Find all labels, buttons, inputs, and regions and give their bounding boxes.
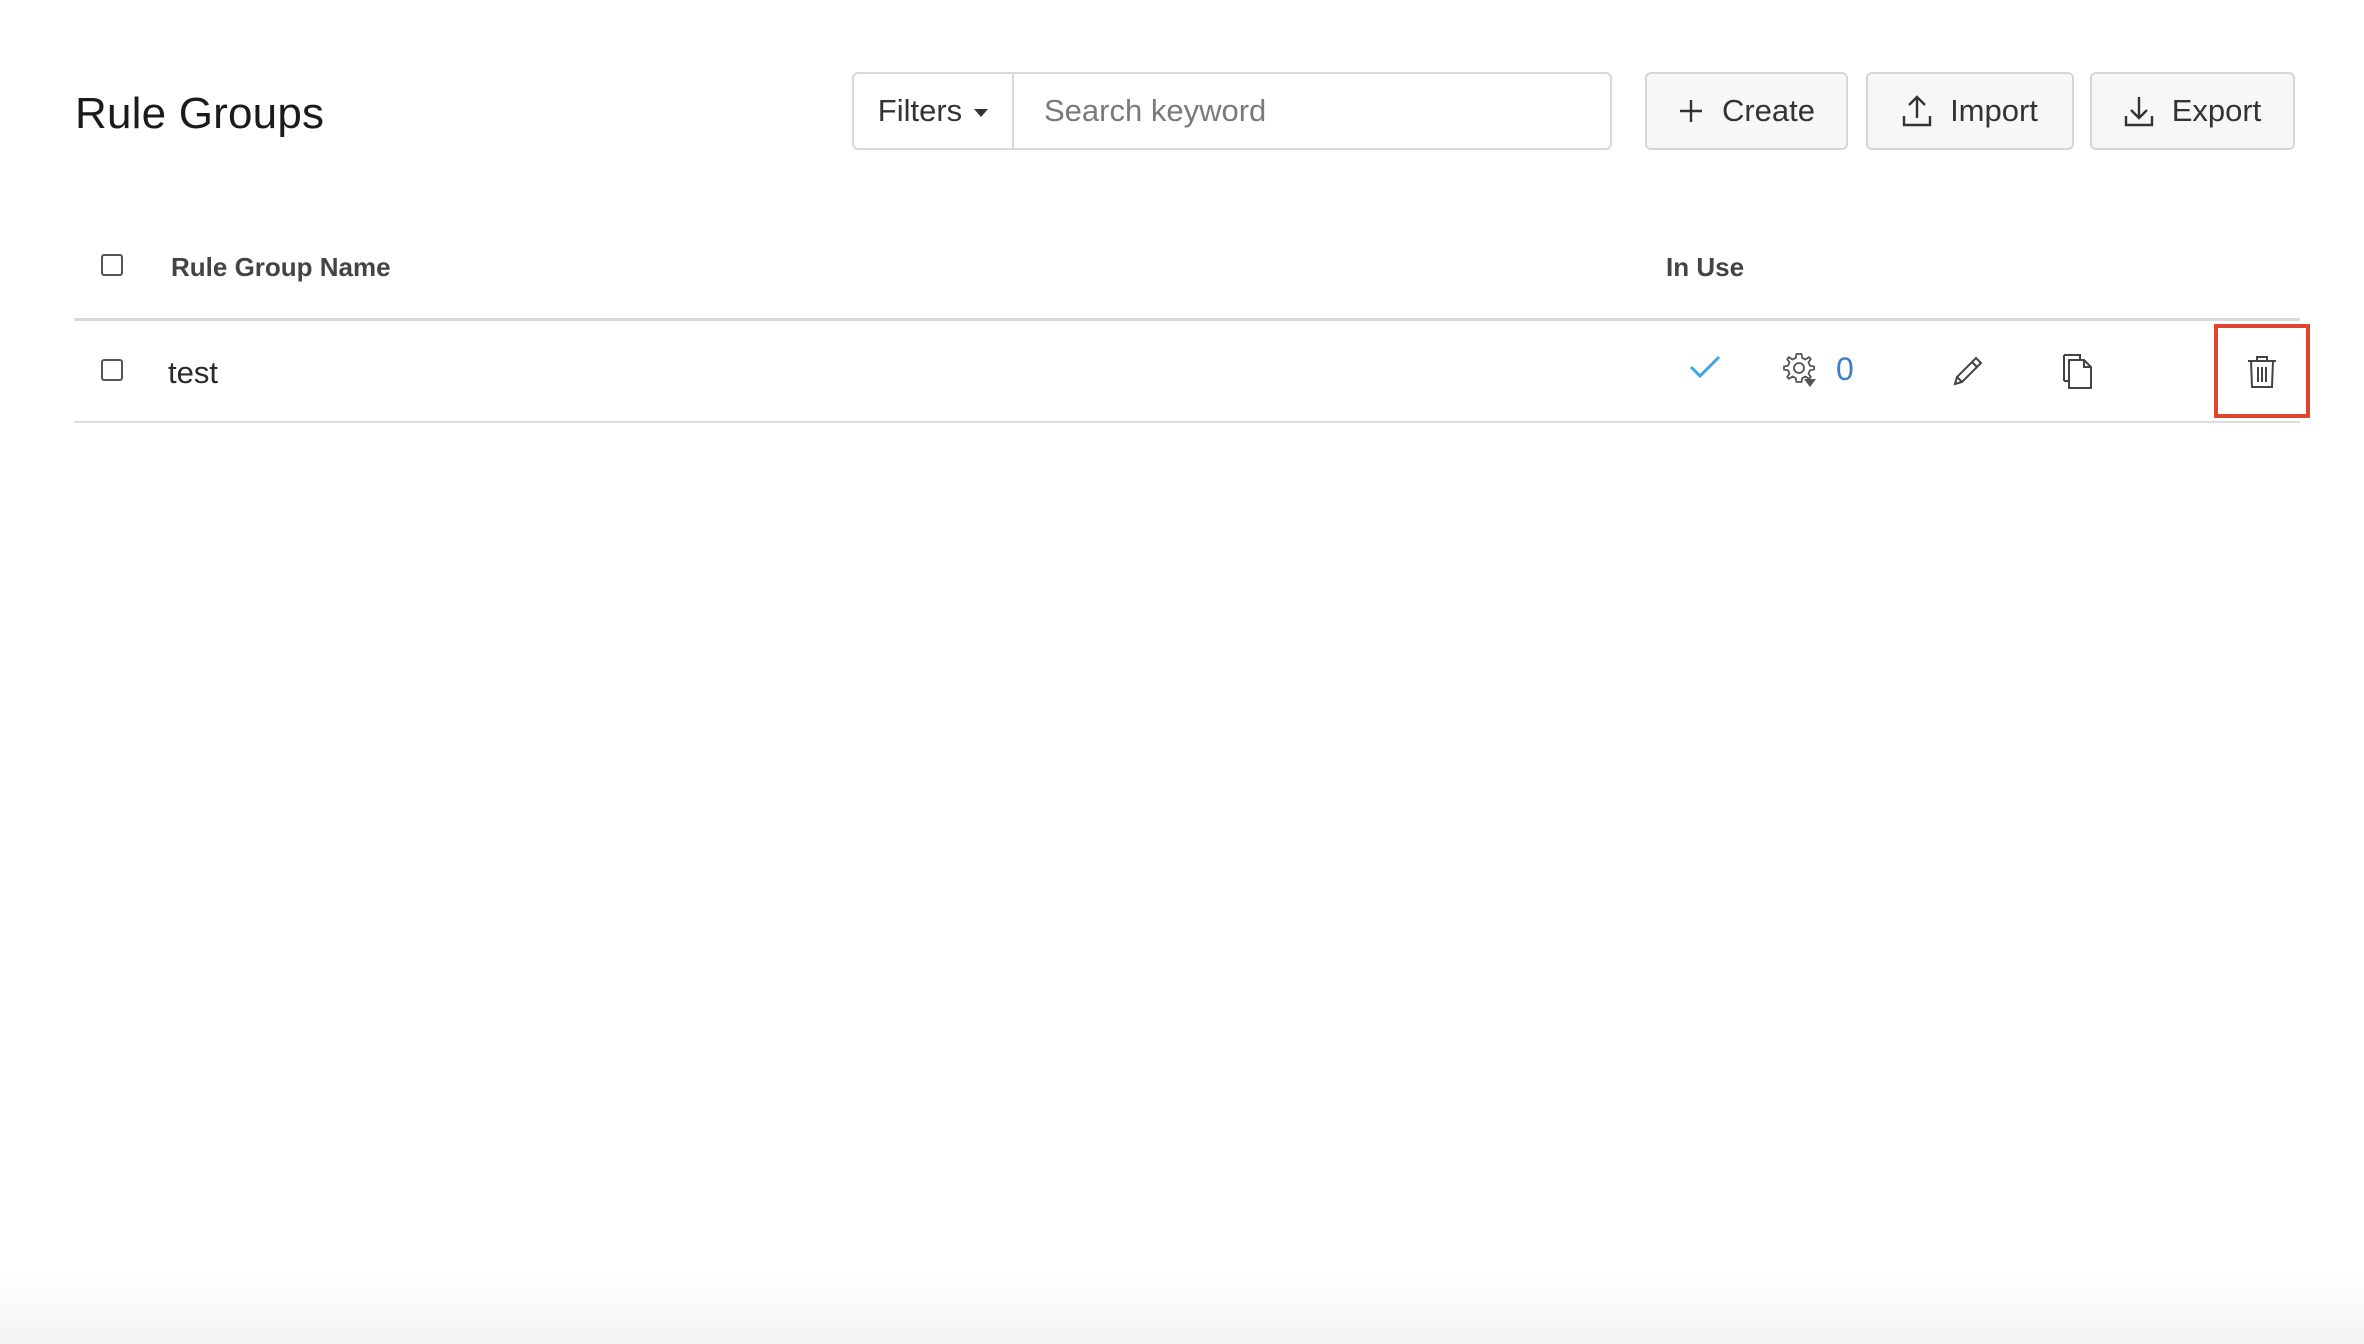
bottom-fade [0, 1274, 2364, 1344]
rule-groups-table: Rule Group Name In Use test 0 [74, 230, 2310, 423]
select-all-checkbox[interactable] [101, 254, 123, 276]
page-title: Rule Groups [75, 89, 325, 138]
create-button[interactable]: Create [1645, 72, 1848, 150]
import-button[interactable]: Import [1866, 72, 2074, 150]
caret-down-icon [974, 108, 989, 117]
column-header-name: Rule Group Name [171, 252, 391, 282]
filters-dropdown[interactable]: Filters [854, 74, 1014, 148]
rule-group-name[interactable]: test [168, 353, 218, 393]
row-checkbox[interactable] [101, 359, 123, 381]
export-label: Export [2171, 93, 2262, 128]
gear-icon[interactable] [1782, 351, 1822, 391]
table-row[interactable]: test 0 [74, 321, 2310, 423]
rules-count-link[interactable]: 0 [1836, 349, 1854, 389]
upload-icon [1902, 95, 1932, 127]
import-label: Import [1950, 93, 2038, 128]
copy-icon[interactable] [2060, 351, 2096, 391]
pencil-icon[interactable] [1950, 353, 1986, 389]
delete-button-highlight[interactable] [2214, 324, 2310, 418]
trash-icon[interactable] [2246, 354, 2278, 390]
table-header: Rule Group Name In Use [74, 230, 2300, 321]
column-header-in-use: In Use [1666, 252, 1745, 282]
download-icon [2124, 97, 2153, 127]
search-group: Filters [852, 72, 1612, 150]
search-input[interactable] [1014, 74, 1610, 148]
create-label: Create [1721, 93, 1816, 128]
plus-icon [1679, 100, 1702, 122]
export-button[interactable]: Export [2090, 72, 2295, 150]
filters-label: Filters [877, 93, 963, 128]
checkmark-icon [1689, 355, 1721, 379]
rule-groups-page: Rule Groups Filters Create Import Exp [0, 0, 2364, 1344]
